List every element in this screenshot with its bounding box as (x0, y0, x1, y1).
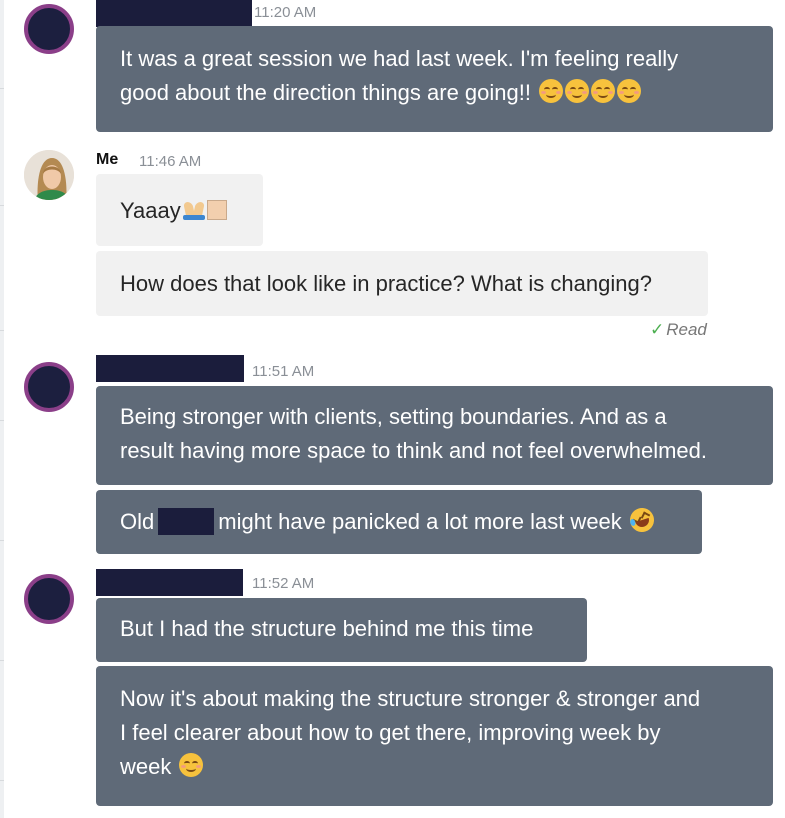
message-timestamp: 11:51 AM (252, 363, 315, 380)
read-receipt: ✓ Read (650, 320, 707, 340)
message-text: I feel clearer about how to get there, i… (120, 720, 661, 745)
message-text: Old (120, 509, 155, 534)
relieved-face-emoji-icon (565, 79, 590, 103)
message-bubble[interactable]: It was a great session we had last week.… (96, 26, 773, 132)
message-text: Now it's about making the structure stro… (120, 686, 701, 711)
message-timestamp: 11:46 AM (139, 153, 202, 170)
message-timestamp: 11:52 AM (252, 575, 315, 592)
relieved-face-emoji-icon (591, 79, 616, 103)
message-bubble[interactable]: Yaaay (96, 174, 263, 246)
redacted-sender-name (96, 0, 252, 27)
message-bubble[interactable]: But I had the structure behind me this t… (96, 598, 587, 662)
message-text: It was a great session we had last week.… (120, 46, 679, 71)
checkmark-icon: ✓ (650, 320, 665, 339)
contact-avatar[interactable] (24, 362, 74, 412)
message-bubble[interactable]: How does that look like in practice? Wha… (96, 251, 708, 316)
message-bubble[interactable]: Being stronger with clients, setting bou… (96, 386, 773, 485)
message-text-line: good about the direction things are goin… (120, 76, 749, 110)
message-text: Being stronger with clients, setting bou… (120, 404, 667, 429)
relieved-face-emoji-icon (539, 79, 564, 103)
relieved-face-emoji-icon (617, 79, 642, 103)
redacted-sender-name (96, 569, 243, 596)
message-text: might have panicked a lot more last week (218, 509, 622, 534)
left-edge-strip (0, 0, 4, 818)
message-text-line: week (120, 750, 749, 784)
message-text: But I had the structure behind me this t… (120, 616, 534, 641)
redacted-sender-name (96, 355, 244, 382)
message-timestamp: 11:20 AM (254, 4, 317, 21)
message-bubble[interactable]: Now it's about making the structure stro… (96, 666, 773, 806)
message-text: Yaaay (120, 198, 181, 223)
rolling-on-floor-laughing-emoji-icon (626, 504, 658, 536)
folded-hands-emoji-icon (182, 200, 205, 220)
message-text: result having more space to think and no… (120, 438, 707, 463)
contact-avatar[interactable] (24, 574, 74, 624)
relieved-face-emoji-icon (179, 753, 204, 777)
read-status-label: Read (666, 320, 707, 339)
my-avatar[interactable] (24, 150, 74, 200)
message-bubble[interactable]: Old might have panicked a lot more last w… (96, 490, 702, 554)
profile-photo-icon (24, 150, 74, 200)
message-text: How does that look like in practice? Wha… (120, 271, 652, 296)
sender-name: Me (96, 151, 119, 168)
redacted-name (158, 508, 215, 535)
skin-tone-modifier-icon (206, 200, 227, 220)
contact-avatar[interactable] (24, 4, 74, 54)
